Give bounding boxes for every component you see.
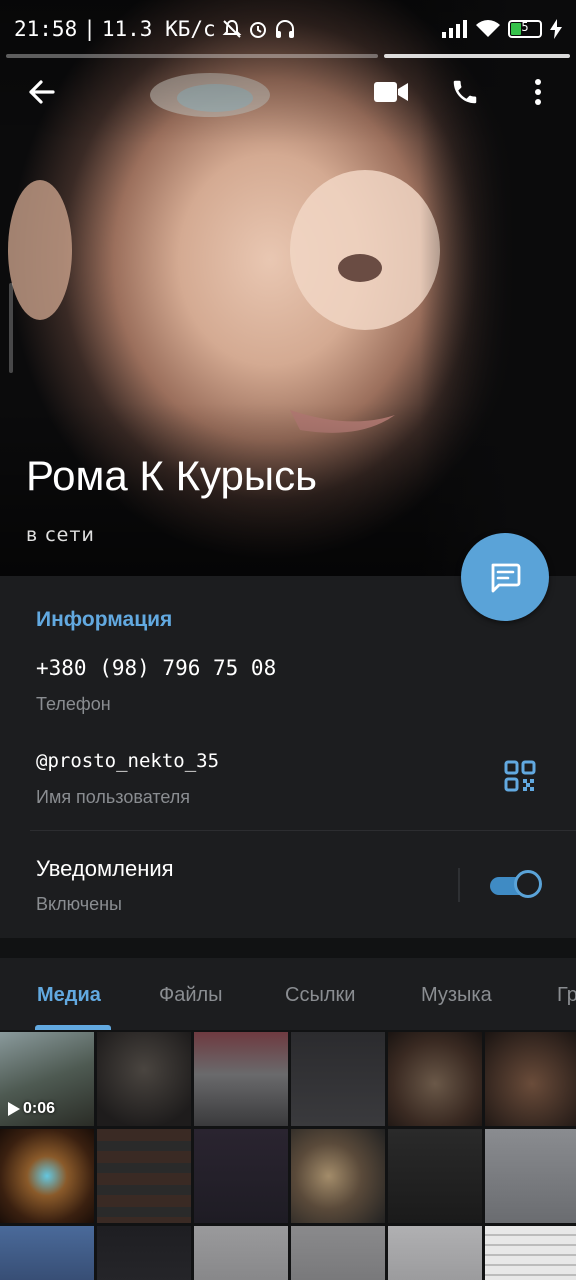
scroll-indicator bbox=[9, 283, 13, 373]
media-thumb[interactable] bbox=[291, 1032, 385, 1126]
media-thumb[interactable] bbox=[485, 1032, 576, 1126]
media-thumb[interactable] bbox=[485, 1129, 576, 1223]
media-thumb[interactable] bbox=[388, 1129, 482, 1223]
username-label: Имя пользователя bbox=[36, 787, 191, 807]
status-time: 21:58 bbox=[14, 17, 78, 41]
top-bar bbox=[0, 62, 576, 122]
more-button[interactable] bbox=[514, 68, 562, 116]
tab-music[interactable]: Музыка bbox=[421, 984, 492, 1007]
play-icon bbox=[8, 1102, 20, 1116]
media-thumb[interactable] bbox=[194, 1226, 288, 1280]
media-thumb[interactable] bbox=[97, 1129, 191, 1223]
tab-groups[interactable]: Гр bbox=[557, 984, 576, 1007]
battery-level: 5 bbox=[521, 20, 529, 34]
more-vertical-icon bbox=[535, 79, 541, 105]
media-grid: 0:06 bbox=[0, 1032, 576, 1280]
toggle-separator bbox=[458, 868, 460, 902]
phone-value[interactable]: +380 (98) 796 75 08 bbox=[36, 656, 276, 680]
video-duration-badge: 0:06 bbox=[8, 1100, 55, 1118]
signal-icon bbox=[442, 20, 467, 38]
wifi-icon bbox=[476, 20, 500, 37]
media-thumb[interactable] bbox=[485, 1226, 576, 1280]
profile-presence: в сети bbox=[26, 524, 95, 546]
media-thumb[interactable] bbox=[0, 1226, 94, 1280]
status-bar: 21:58 | 11.3 КБ/с 5 bbox=[0, 0, 576, 58]
back-button[interactable] bbox=[18, 68, 66, 116]
status-speed: 11.3 КБ/с bbox=[101, 17, 216, 41]
headphones-icon bbox=[275, 20, 294, 38]
qr-code-button[interactable] bbox=[504, 760, 536, 796]
notifications-state: Включены bbox=[36, 894, 122, 914]
battery-icon: 5 bbox=[508, 20, 542, 38]
alarm-icon bbox=[249, 22, 266, 38]
media-thumb[interactable] bbox=[291, 1226, 385, 1280]
video-duration: 0:06 bbox=[23, 1100, 56, 1117]
media-thumb[interactable] bbox=[291, 1129, 385, 1223]
media-tabs: Медиа Файлы Ссылки Музыка Гр bbox=[0, 958, 576, 1030]
info-divider bbox=[30, 830, 576, 831]
info-title: Информация bbox=[36, 608, 173, 631]
tab-files[interactable]: Файлы bbox=[159, 984, 223, 1007]
phone-label: Телефон bbox=[36, 694, 111, 714]
section-gap bbox=[0, 938, 576, 958]
profile-name: Рома К Курысь bbox=[26, 452, 317, 499]
info-section: Информация +380 (98) 796 75 08 Телефон @… bbox=[0, 576, 576, 938]
media-thumb[interactable] bbox=[194, 1129, 288, 1223]
media-thumb[interactable] bbox=[194, 1032, 288, 1126]
tab-links[interactable]: Ссылки bbox=[285, 984, 355, 1007]
notifications-toggle[interactable] bbox=[490, 870, 542, 900]
phone-icon bbox=[453, 80, 477, 104]
video-call-icon bbox=[374, 82, 408, 102]
media-thumb[interactable] bbox=[97, 1032, 191, 1126]
tab-media[interactable]: Медиа bbox=[37, 984, 101, 1007]
status-line-left bbox=[6, 54, 378, 58]
charging-icon bbox=[550, 19, 562, 39]
media-thumb[interactable] bbox=[388, 1032, 482, 1126]
username-value[interactable]: @prosto_nekto_35 bbox=[36, 750, 219, 772]
media-thumb[interactable]: 0:06 bbox=[0, 1032, 94, 1126]
media-thumb[interactable] bbox=[97, 1226, 191, 1280]
media-thumb[interactable] bbox=[0, 1129, 94, 1223]
tab-indicator bbox=[35, 1025, 111, 1030]
video-call-button[interactable] bbox=[367, 68, 415, 116]
status-separator: | bbox=[83, 17, 96, 41]
back-arrow-icon bbox=[29, 80, 55, 104]
send-message-button[interactable] bbox=[461, 533, 549, 621]
message-icon bbox=[491, 563, 521, 593]
qr-code-icon bbox=[504, 760, 536, 792]
mute-icon bbox=[222, 19, 242, 38]
call-button[interactable] bbox=[441, 68, 489, 116]
notifications-label: Уведомления bbox=[36, 856, 174, 881]
status-line-right bbox=[384, 54, 570, 58]
media-thumb[interactable] bbox=[388, 1226, 482, 1280]
